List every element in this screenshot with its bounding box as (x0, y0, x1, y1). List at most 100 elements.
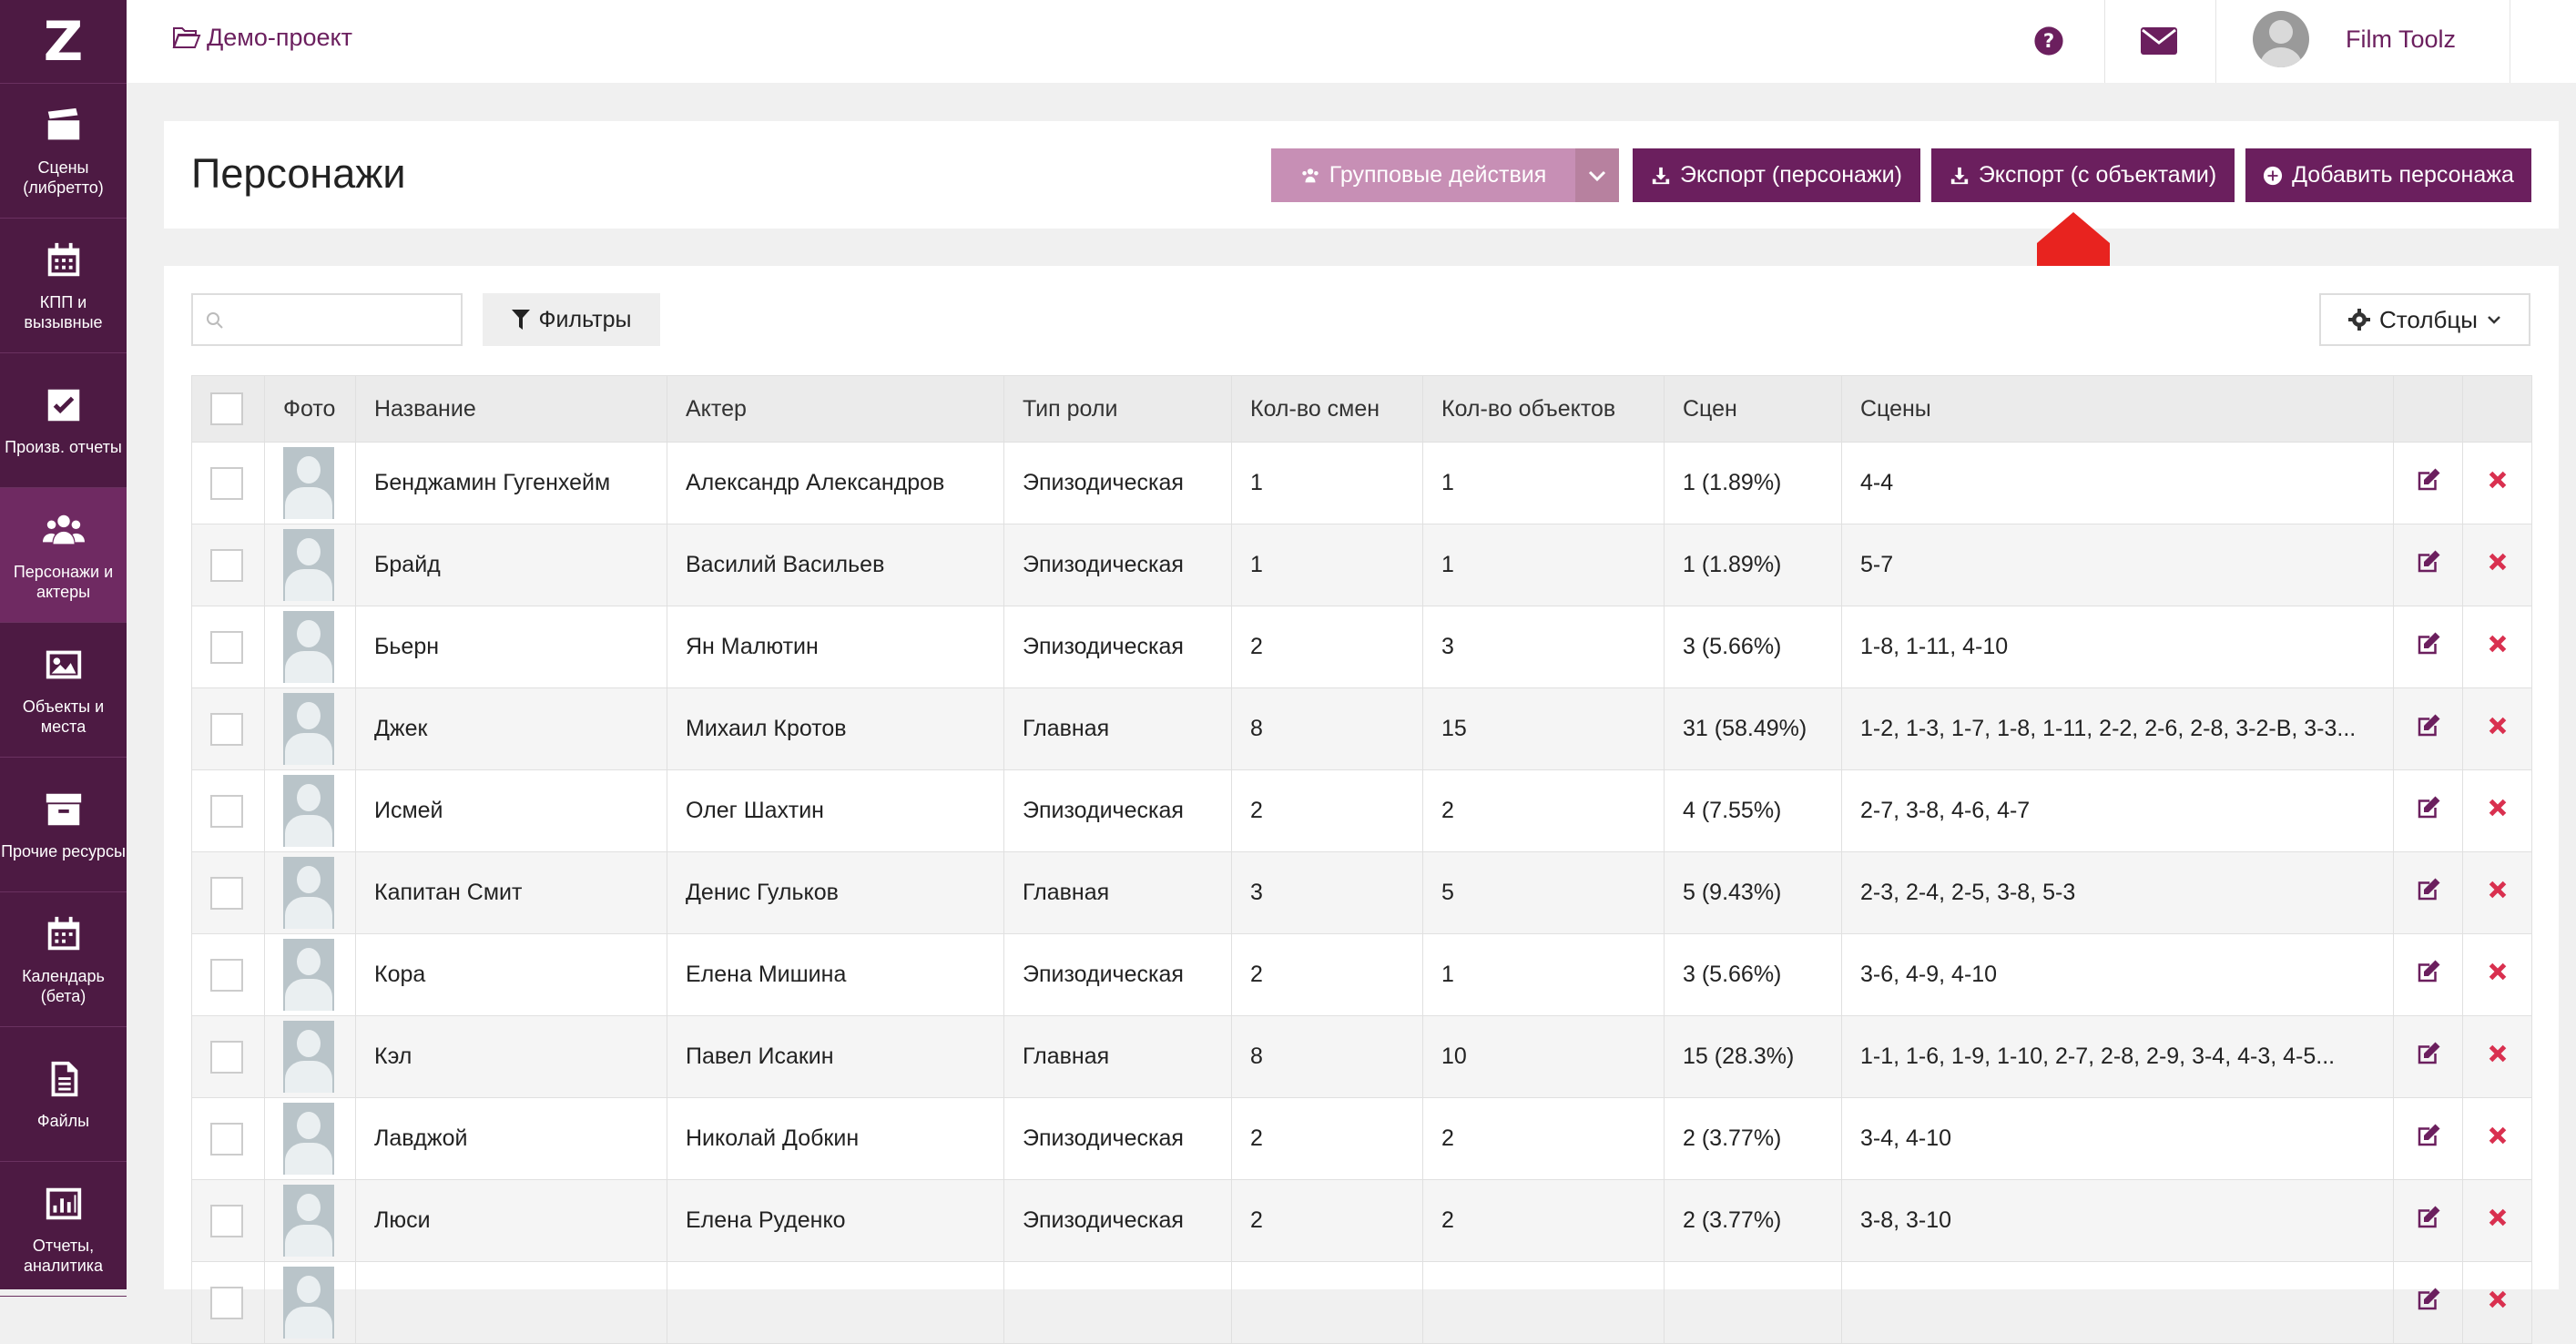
table-row[interactable] (191, 1261, 2532, 1344)
export-with-objects-button[interactable]: Экспорт (с объектами) (1931, 148, 2235, 202)
select-all-checkbox[interactable] (210, 392, 243, 425)
character-photo[interactable] (283, 447, 334, 519)
row-checkbox[interactable] (210, 548, 243, 582)
sidebar-item-calendar[interactable]: Календарь (бета) (0, 892, 127, 1027)
row-checkbox[interactable] (210, 958, 243, 992)
character-photo[interactable] (283, 1103, 334, 1175)
character-name[interactable]: Брайд (355, 524, 667, 606)
filters-button[interactable]: Фильтры (483, 293, 660, 346)
columns-button[interactable]: Столбцы (2319, 293, 2530, 346)
sidebar-item-analytics[interactable]: Отчеты, аналитика (0, 1162, 127, 1297)
row-checkbox[interactable] (210, 876, 243, 910)
sidebar-item-kpp[interactable]: КПП и вызывные (0, 219, 127, 353)
character-name[interactable]: Люси (355, 1179, 667, 1262)
user-menu[interactable]: Film Toolz (2253, 11, 2456, 67)
character-name[interactable]: Бьерн (355, 606, 667, 688)
delete-cell (2462, 524, 2532, 606)
column-header[interactable]: Актер (667, 375, 1004, 443)
table-row[interactable]: Бенджамин Гугенхейм Александр Александров… (191, 442, 2532, 524)
delete-button[interactable] (2484, 1044, 2511, 1073)
messages-button[interactable] (2136, 18, 2182, 64)
character-photo[interactable] (283, 529, 334, 601)
table-row[interactable]: Капитан Смит Денис Гульков Главная 3 5 5 (9.4… (191, 851, 2532, 934)
column-header[interactable]: Кол-во смен (1231, 375, 1423, 443)
delete-button[interactable] (2484, 799, 2511, 827)
table-row[interactable]: Джек Михаил Кротов Главная 8 15 31 (58.49%) 1-… (191, 687, 2532, 770)
column-header[interactable]: Название (355, 375, 667, 443)
project-breadcrumb[interactable]: Демо-проект (172, 24, 352, 52)
sidebar-item-reports-prod[interactable]: Произв. отчеты (0, 353, 127, 488)
group-actions-button[interactable]: Групповые действия (1271, 148, 1575, 202)
character-name[interactable]: Кора (355, 933, 667, 1016)
column-header[interactable]: Сцен (1664, 375, 1842, 443)
character-name[interactable] (355, 1261, 667, 1344)
edit-button[interactable] (2415, 1206, 2442, 1237)
delete-button[interactable] (2484, 1208, 2511, 1237)
row-checkbox[interactable] (210, 1204, 243, 1237)
row-checkbox[interactable] (210, 1040, 243, 1074)
column-header[interactable]: Кол-во объектов (1422, 375, 1665, 443)
delete-button[interactable] (2484, 553, 2511, 581)
group-actions-dropdown-toggle[interactable] (1575, 148, 1619, 202)
edit-button[interactable] (2415, 468, 2442, 499)
edit-button[interactable] (2415, 878, 2442, 909)
edit-button[interactable] (2415, 550, 2442, 581)
help-button[interactable]: ? (2026, 18, 2072, 64)
column-header[interactable]: Фото (264, 375, 356, 443)
character-photo[interactable] (283, 1267, 334, 1339)
delete-button[interactable] (2484, 471, 2511, 499)
column-header[interactable]: Сцены (1841, 375, 2394, 443)
edit-button[interactable] (2415, 1288, 2442, 1319)
row-checkbox[interactable] (210, 466, 243, 500)
character-name[interactable]: Лавджой (355, 1097, 667, 1180)
character-photo[interactable] (283, 611, 334, 683)
delete-cell (2462, 769, 2532, 852)
table-row[interactable]: Брайд Василий Васильев Эпизодическая 1 1 1 (1… (191, 524, 2532, 606)
edit-button[interactable] (2415, 796, 2442, 827)
close-icon (2489, 799, 2506, 817)
sidebar-item-scenes[interactable]: Сцены (либретто) (0, 84, 127, 219)
character-photo[interactable] (283, 775, 334, 847)
search-input[interactable] (191, 293, 463, 346)
character-photo[interactable] (283, 693, 334, 765)
sidebar-item-objects[interactable]: Объекты и места (0, 623, 127, 758)
table-row[interactable]: Люси Елена Руденко Эпизодическая 2 2 2 (3.77%… (191, 1179, 2532, 1262)
row-checkbox[interactable] (210, 1122, 243, 1156)
sidebar-item-characters[interactable]: Персонажи и актеры (0, 488, 127, 623)
character-photo[interactable] (283, 939, 334, 1011)
character-name[interactable]: Бенджамин Гугенхейм (355, 442, 667, 524)
delete-button[interactable] (2484, 881, 2511, 909)
table-row[interactable]: Кэл Павел Исакин Главная 8 10 15 (28.3%) 1-1, … (191, 1015, 2532, 1098)
character-name[interactable]: Кэл (355, 1015, 667, 1098)
delete-button[interactable] (2484, 1126, 2511, 1155)
column-header[interactable]: Тип роли (1003, 375, 1232, 443)
character-photo[interactable] (283, 857, 334, 929)
app-logo[interactable]: Z (0, 0, 127, 84)
character-photo[interactable] (283, 1185, 334, 1257)
row-checkbox[interactable] (210, 630, 243, 664)
delete-button[interactable] (2484, 1290, 2511, 1319)
row-checkbox[interactable] (210, 712, 243, 746)
edit-button[interactable] (2415, 1042, 2442, 1073)
row-checkbox[interactable] (210, 1286, 243, 1319)
character-photo[interactable] (283, 1021, 334, 1093)
delete-button[interactable] (2484, 962, 2511, 991)
edit-button[interactable] (2415, 1124, 2442, 1155)
edit-button[interactable] (2415, 714, 2442, 745)
table-row[interactable]: Бьерн Ян Малютин Эпизодическая 2 3 3 (5.66%) 1… (191, 606, 2532, 688)
row-checkbox[interactable] (210, 794, 243, 828)
table-row[interactable]: Лавджой Николай Добкин Эпизодическая 2 2 2 (3… (191, 1097, 2532, 1180)
sidebar-item-files[interactable]: Файлы (0, 1027, 127, 1162)
edit-button[interactable] (2415, 632, 2442, 663)
export-characters-button[interactable]: Экспорт (персонажи) (1633, 148, 1920, 202)
delete-button[interactable] (2484, 635, 2511, 663)
character-name[interactable]: Джек (355, 687, 667, 770)
sidebar-item-resources[interactable]: Прочие ресурсы (0, 758, 127, 892)
table-row[interactable]: Исмей Олег Шахтин Эпизодическая 2 2 4 (7.55%)… (191, 769, 2532, 852)
character-name[interactable]: Капитан Смит (355, 851, 667, 934)
add-character-button[interactable]: Добавить персонажа (2245, 148, 2531, 202)
delete-button[interactable] (2484, 717, 2511, 745)
edit-button[interactable] (2415, 960, 2442, 991)
character-name[interactable]: Исмей (355, 769, 667, 852)
table-row[interactable]: Кора Елена Мишина Эпизодическая 2 1 3 (5.66%)… (191, 933, 2532, 1016)
